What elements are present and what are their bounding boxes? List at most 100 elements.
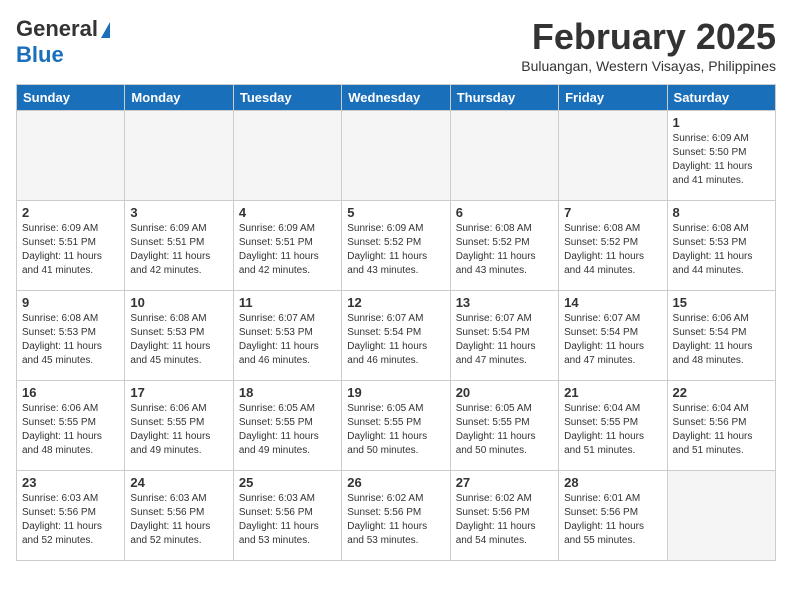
calendar-header-sunday: Sunday bbox=[17, 85, 125, 111]
calendar-header-tuesday: Tuesday bbox=[233, 85, 341, 111]
day-number: 10 bbox=[130, 295, 227, 310]
day-number: 16 bbox=[22, 385, 119, 400]
calendar-cell: 9 Sunrise: 6:08 AM Sunset: 5:53 PM Daylig… bbox=[17, 291, 125, 381]
calendar-header-monday: Monday bbox=[125, 85, 233, 111]
page-header: General Blue February 2025 Buluangan, We… bbox=[16, 16, 776, 74]
day-info: Sunrise: 6:08 AM Sunset: 5:52 PM Dayligh… bbox=[564, 222, 661, 278]
day-info: Sunrise: 6:05 AM Sunset: 5:55 PM Dayligh… bbox=[239, 402, 336, 458]
logo-general: General bbox=[16, 16, 98, 42]
day-number: 22 bbox=[673, 385, 770, 400]
day-number: 26 bbox=[347, 475, 444, 490]
day-info: Sunrise: 6:08 AM Sunset: 5:52 PM Dayligh… bbox=[456, 222, 553, 278]
day-number: 19 bbox=[347, 385, 444, 400]
day-number: 21 bbox=[564, 385, 661, 400]
day-number: 15 bbox=[673, 295, 770, 310]
day-number: 1 bbox=[673, 115, 770, 130]
calendar-cell: 16 Sunrise: 6:06 AM Sunset: 5:55 PM Dayli… bbox=[17, 381, 125, 471]
calendar-cell bbox=[125, 111, 233, 201]
day-info: Sunrise: 6:06 AM Sunset: 5:55 PM Dayligh… bbox=[22, 402, 119, 458]
day-info: Sunrise: 6:06 AM Sunset: 5:55 PM Dayligh… bbox=[130, 402, 227, 458]
day-info: Sunrise: 6:05 AM Sunset: 5:55 PM Dayligh… bbox=[347, 402, 444, 458]
calendar-cell: 5 Sunrise: 6:09 AM Sunset: 5:52 PM Daylig… bbox=[342, 201, 450, 291]
day-info: Sunrise: 6:09 AM Sunset: 5:52 PM Dayligh… bbox=[347, 222, 444, 278]
day-number: 17 bbox=[130, 385, 227, 400]
logo: General Blue bbox=[16, 16, 110, 68]
calendar-week-1: 1 Sunrise: 6:09 AM Sunset: 5:50 PM Daylig… bbox=[17, 111, 776, 201]
calendar-cell bbox=[559, 111, 667, 201]
calendar-cell: 23 Sunrise: 6:03 AM Sunset: 5:56 PM Dayli… bbox=[17, 471, 125, 561]
day-number: 20 bbox=[456, 385, 553, 400]
calendar-header-thursday: Thursday bbox=[450, 85, 558, 111]
day-number: 11 bbox=[239, 295, 336, 310]
calendar-cell: 17 Sunrise: 6:06 AM Sunset: 5:55 PM Dayli… bbox=[125, 381, 233, 471]
calendar-cell: 21Sunrise: 6:04 AM Sunset: 5:55 PM Dayli… bbox=[559, 381, 667, 471]
calendar-cell: 7 Sunrise: 6:08 AM Sunset: 5:52 PM Daylig… bbox=[559, 201, 667, 291]
calendar-cell: 24 Sunrise: 6:03 AM Sunset: 5:56 PM Dayli… bbox=[125, 471, 233, 561]
calendar-header-saturday: Saturday bbox=[667, 85, 775, 111]
location-subtitle: Buluangan, Western Visayas, Philippines bbox=[521, 58, 776, 74]
logo-blue: Blue bbox=[16, 42, 64, 68]
day-number: 4 bbox=[239, 205, 336, 220]
calendar-cell: 19 Sunrise: 6:05 AM Sunset: 5:55 PM Dayli… bbox=[342, 381, 450, 471]
day-number: 9 bbox=[22, 295, 119, 310]
calendar-cell: 22 Sunrise: 6:04 AM Sunset: 5:56 PM Dayli… bbox=[667, 381, 775, 471]
calendar-cell: 1 Sunrise: 6:09 AM Sunset: 5:50 PM Daylig… bbox=[667, 111, 775, 201]
day-number: 8 bbox=[673, 205, 770, 220]
calendar-cell bbox=[342, 111, 450, 201]
day-number: 2 bbox=[22, 205, 119, 220]
title-block: February 2025 Buluangan, Western Visayas… bbox=[521, 16, 776, 74]
calendar-cell: 11 Sunrise: 6:07 AM Sunset: 5:53 PM Dayli… bbox=[233, 291, 341, 381]
calendar-header-wednesday: Wednesday bbox=[342, 85, 450, 111]
calendar-table: SundayMondayTuesdayWednesdayThursdayFrid… bbox=[16, 84, 776, 561]
calendar-cell bbox=[17, 111, 125, 201]
logo-triangle-icon bbox=[101, 22, 110, 38]
day-number: 23 bbox=[22, 475, 119, 490]
day-number: 28 bbox=[564, 475, 661, 490]
calendar-cell: 6 Sunrise: 6:08 AM Sunset: 5:52 PM Daylig… bbox=[450, 201, 558, 291]
calendar-header-row: SundayMondayTuesdayWednesdayThursdayFrid… bbox=[17, 85, 776, 111]
day-info: Sunrise: 6:07 AM Sunset: 5:54 PM Dayligh… bbox=[456, 312, 553, 368]
day-number: 7 bbox=[564, 205, 661, 220]
calendar-cell: 15 Sunrise: 6:06 AM Sunset: 5:54 PM Dayli… bbox=[667, 291, 775, 381]
day-info: Sunrise: 6:08 AM Sunset: 5:53 PM Dayligh… bbox=[673, 222, 770, 278]
day-number: 5 bbox=[347, 205, 444, 220]
calendar-cell: 26 Sunrise: 6:02 AM Sunset: 5:56 PM Dayli… bbox=[342, 471, 450, 561]
calendar-cell: 2 Sunrise: 6:09 AM Sunset: 5:51 PM Daylig… bbox=[17, 201, 125, 291]
calendar-cell: 4 Sunrise: 6:09 AM Sunset: 5:51 PM Daylig… bbox=[233, 201, 341, 291]
day-info: Sunrise: 6:08 AM Sunset: 5:53 PM Dayligh… bbox=[130, 312, 227, 368]
day-info: Sunrise: 6:07 AM Sunset: 5:54 PM Dayligh… bbox=[564, 312, 661, 368]
day-info: Sunrise: 6:02 AM Sunset: 5:56 PM Dayligh… bbox=[456, 492, 553, 548]
day-info: Sunrise: 6:09 AM Sunset: 5:50 PM Dayligh… bbox=[673, 132, 770, 188]
day-info: Sunrise: 6:07 AM Sunset: 5:54 PM Dayligh… bbox=[347, 312, 444, 368]
calendar-week-4: 16 Sunrise: 6:06 AM Sunset: 5:55 PM Dayli… bbox=[17, 381, 776, 471]
calendar-cell: 8 Sunrise: 6:08 AM Sunset: 5:53 PM Daylig… bbox=[667, 201, 775, 291]
calendar-cell bbox=[450, 111, 558, 201]
day-number: 18 bbox=[239, 385, 336, 400]
calendar-header-friday: Friday bbox=[559, 85, 667, 111]
day-info: Sunrise: 6:09 AM Sunset: 5:51 PM Dayligh… bbox=[22, 222, 119, 278]
calendar-cell: 25Sunrise: 6:03 AM Sunset: 5:56 PM Dayli… bbox=[233, 471, 341, 561]
day-info: Sunrise: 6:05 AM Sunset: 5:55 PM Dayligh… bbox=[456, 402, 553, 458]
calendar-cell bbox=[667, 471, 775, 561]
day-info: Sunrise: 6:03 AM Sunset: 5:56 PM Dayligh… bbox=[22, 492, 119, 548]
day-number: 14 bbox=[564, 295, 661, 310]
calendar-cell: 10 Sunrise: 6:08 AM Sunset: 5:53 PM Dayli… bbox=[125, 291, 233, 381]
day-number: 3 bbox=[130, 205, 227, 220]
day-number: 6 bbox=[456, 205, 553, 220]
calendar-cell: 20 Sunrise: 6:05 AM Sunset: 5:55 PM Dayli… bbox=[450, 381, 558, 471]
day-info: Sunrise: 6:09 AM Sunset: 5:51 PM Dayligh… bbox=[239, 222, 336, 278]
day-info: Sunrise: 6:02 AM Sunset: 5:56 PM Dayligh… bbox=[347, 492, 444, 548]
calendar-cell: 12 Sunrise: 6:07 AM Sunset: 5:54 PM Dayli… bbox=[342, 291, 450, 381]
day-number: 12 bbox=[347, 295, 444, 310]
day-info: Sunrise: 6:04 AM Sunset: 5:56 PM Dayligh… bbox=[673, 402, 770, 458]
day-number: 24 bbox=[130, 475, 227, 490]
day-info: Sunrise: 6:09 AM Sunset: 5:51 PM Dayligh… bbox=[130, 222, 227, 278]
day-info: Sunrise: 6:03 AM Sunset: 5:56 PM Dayligh… bbox=[130, 492, 227, 548]
calendar-body: 1 Sunrise: 6:09 AM Sunset: 5:50 PM Daylig… bbox=[17, 111, 776, 561]
calendar-cell: 27Sunrise: 6:02 AM Sunset: 5:56 PM Dayli… bbox=[450, 471, 558, 561]
day-info: Sunrise: 6:07 AM Sunset: 5:53 PM Dayligh… bbox=[239, 312, 336, 368]
day-info: Sunrise: 6:06 AM Sunset: 5:54 PM Dayligh… bbox=[673, 312, 770, 368]
day-info: Sunrise: 6:03 AM Sunset: 5:56 PM Dayligh… bbox=[239, 492, 336, 548]
day-info: Sunrise: 6:08 AM Sunset: 5:53 PM Dayligh… bbox=[22, 312, 119, 368]
calendar-cell: 3 Sunrise: 6:09 AM Sunset: 5:51 PM Daylig… bbox=[125, 201, 233, 291]
